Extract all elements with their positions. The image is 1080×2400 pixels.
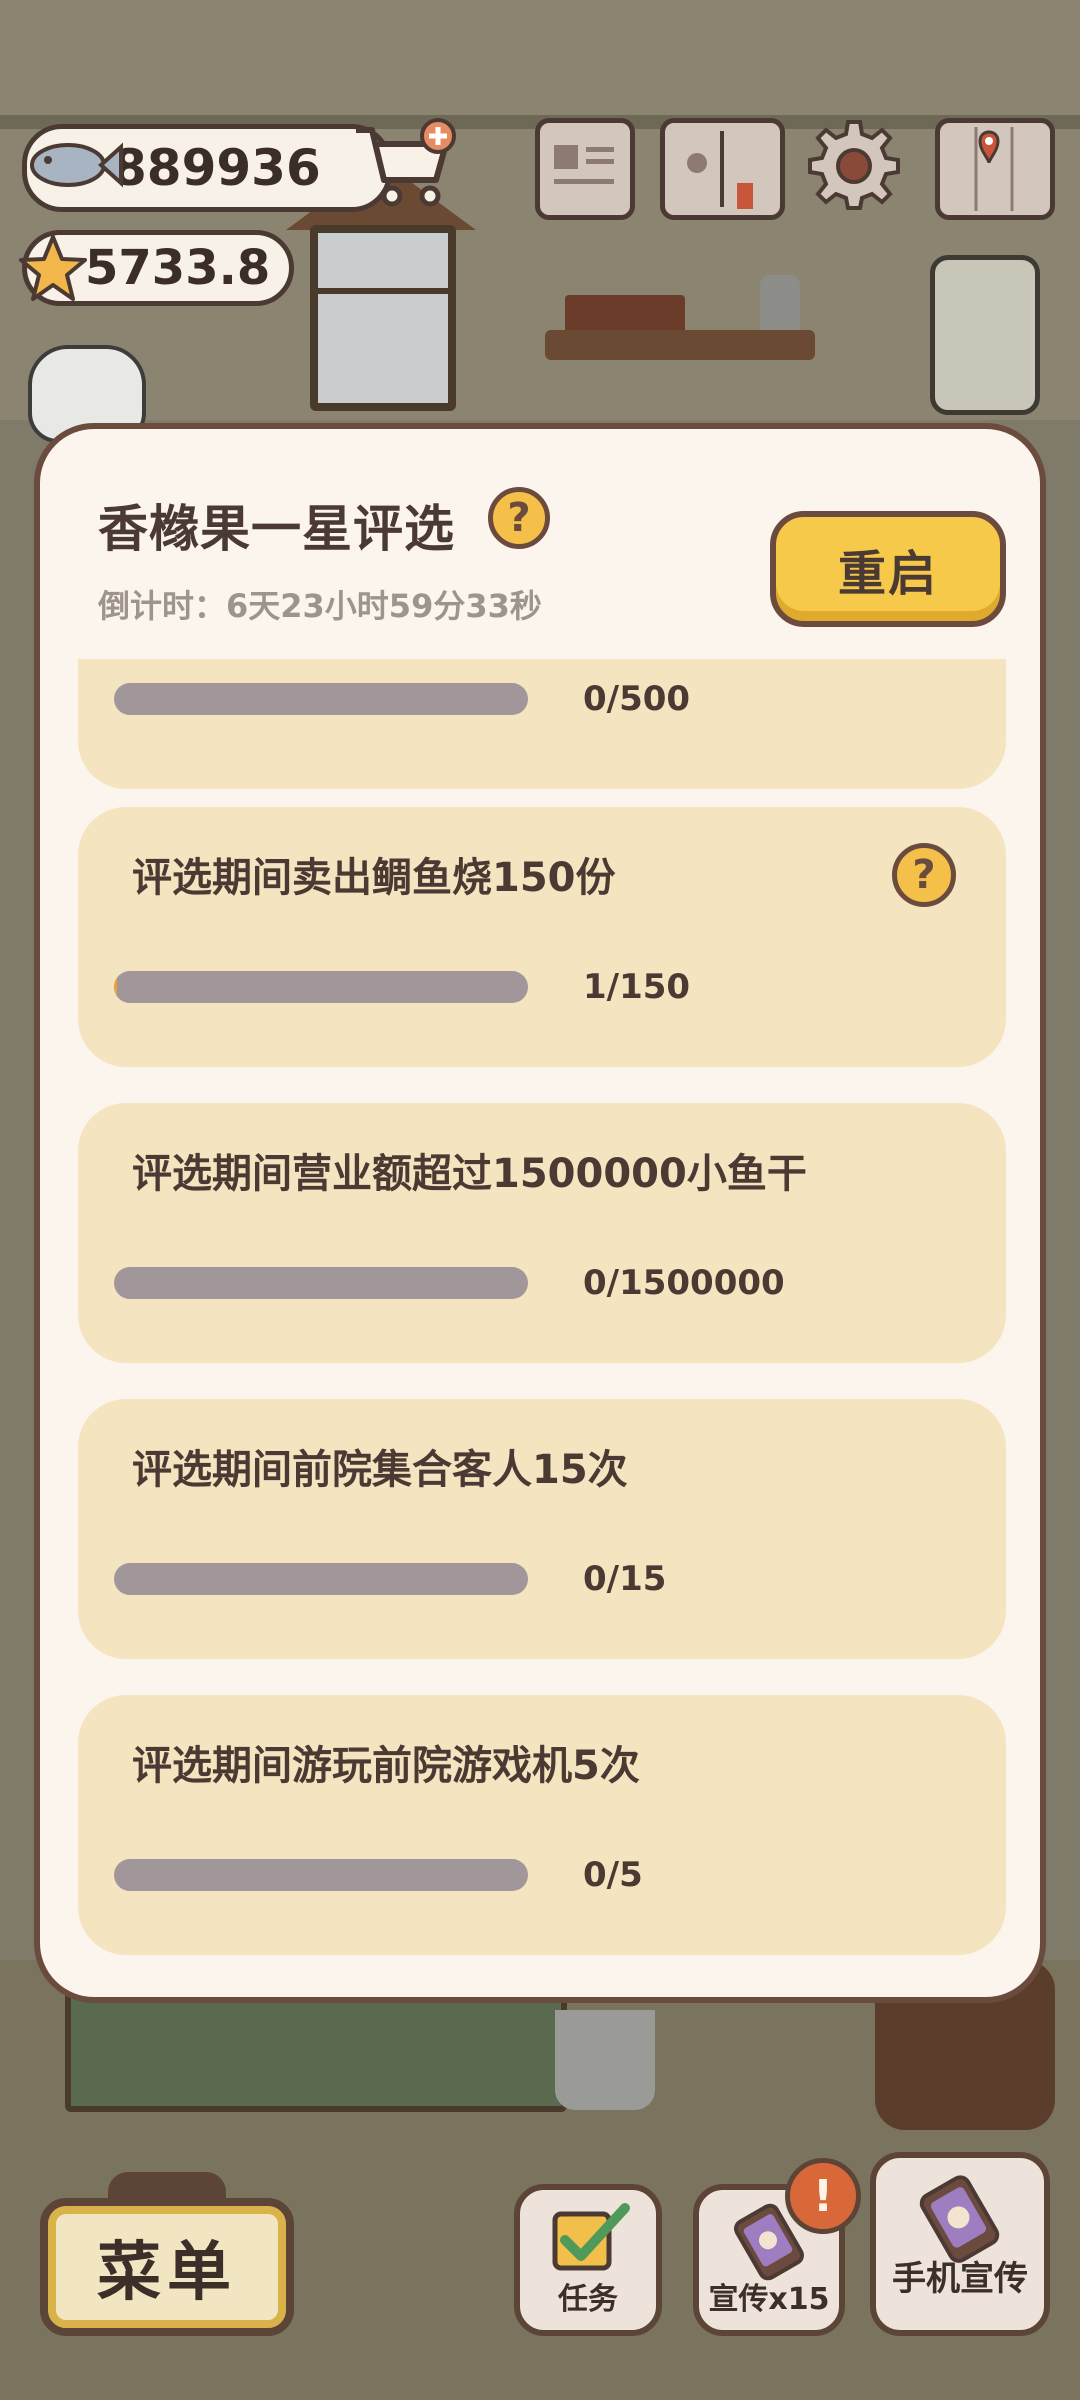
progress-text: 0/5 — [583, 1855, 643, 1895]
help-icon[interactable]: ? — [892, 843, 956, 907]
progress-bar — [114, 1859, 528, 1891]
help-icon[interactable]: ? — [488, 487, 550, 549]
task-card: 0/500 — [78, 659, 1006, 789]
shop-window — [310, 225, 456, 411]
coin-counter: 889936 — [22, 124, 392, 212]
progress-bar — [114, 1267, 528, 1299]
rating-modal: 香橼果一星评选 ? 倒计时：6天23小时59分33秒 重启 0/500 评选期间… — [34, 423, 1046, 2003]
task-text: 评选期间游玩前院游戏机5次 — [132, 1743, 640, 1789]
task-text: 评选期间卖出鲷鱼烧150份 — [132, 855, 616, 901]
task-card: 评选期间前院集合客人15次 0/15 — [78, 1399, 1006, 1659]
counter-cabinet — [65, 1985, 567, 2112]
checkbox-icon — [552, 2203, 630, 2271]
wall-shelf — [545, 330, 815, 360]
task-list[interactable]: 0/500 评选期间卖出鲷鱼烧150份 ? 1/150 评选期间营业额超过150… — [40, 659, 1040, 1989]
modal-title: 香橼果一星评选 — [98, 500, 455, 558]
phone-promo-label: 手机宣传 — [892, 2259, 1028, 2299]
star-icon — [19, 235, 87, 301]
task-card: 评选期间游玩前院游戏机5次 0/5 — [78, 1695, 1006, 1955]
ranking-tower[interactable] — [930, 255, 1040, 415]
cart-icon[interactable] — [350, 118, 458, 214]
progress-text: 1/150 — [583, 967, 691, 1007]
task-button[interactable]: 任务 — [514, 2184, 662, 2336]
promo-label: 宣传x15 — [708, 2282, 830, 2317]
countdown-timer: 倒计时：6天23小时59分33秒 — [98, 587, 542, 625]
alert-badge: ! — [785, 2158, 861, 2234]
progress-fill — [114, 971, 117, 1003]
task-label: 任务 — [558, 2282, 618, 2317]
progress-text: 0/500 — [583, 679, 691, 719]
task-card: 评选期间营业额超过1500000小鱼干 0/1500000 — [78, 1103, 1006, 1363]
gear-icon[interactable] — [808, 118, 900, 210]
map-glyph — [974, 127, 1014, 211]
phone-promo-button[interactable]: 手机宣传 — [870, 2152, 1050, 2336]
task-card: 评选期间卖出鲷鱼烧150份 ? 1/150 — [78, 807, 1006, 1067]
book-icon[interactable] — [660, 118, 785, 220]
star-counter: 5733.8 — [19, 230, 294, 306]
book-glyph — [687, 131, 753, 209]
progress-bar — [114, 971, 528, 1003]
map-icon[interactable] — [935, 118, 1055, 220]
restart-button[interactable]: 重启 — [770, 511, 1006, 627]
star-value: 5733.8 — [85, 240, 271, 296]
progress-bar — [114, 683, 528, 715]
task-text: 评选期间营业额超过1500000小鱼干 — [132, 1151, 807, 1197]
newspaper-icon[interactable] — [535, 118, 635, 220]
progress-bar — [114, 1563, 528, 1595]
progress-text: 0/1500000 — [583, 1263, 785, 1303]
task-text: 评选期间前院集合客人15次 — [132, 1447, 628, 1493]
progress-text: 0/15 — [583, 1559, 667, 1599]
bucket — [555, 2010, 655, 2110]
newspaper-glyph — [554, 145, 614, 184]
fish-icon — [30, 142, 123, 188]
spice-box — [565, 295, 685, 335]
menu-button[interactable]: 菜单 — [40, 2198, 294, 2336]
coin-value: 889936 — [112, 139, 321, 197]
grater — [760, 275, 800, 335]
